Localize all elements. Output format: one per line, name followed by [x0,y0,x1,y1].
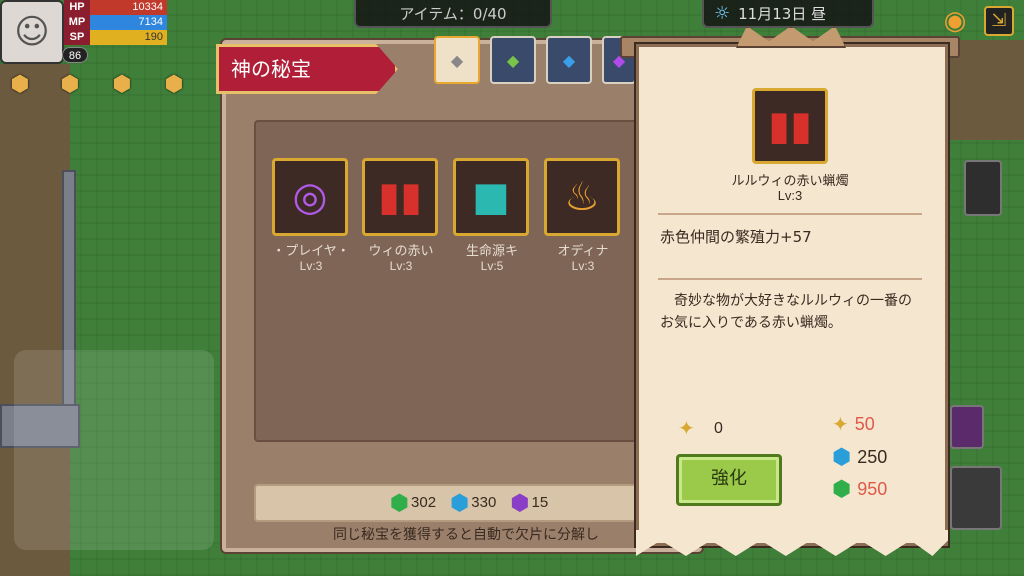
item-slot[interactable]: ◎ ・プレイヤ・ Lv:3 [272,158,350,273]
hp-value: 10334 [132,1,163,13]
cost-puzzle: ✦ 50 [832,412,875,437]
item-slot[interactable]: ♨ オディナ Lv:3 [544,158,622,273]
side-hex-icon[interactable] [950,405,984,449]
blue-resource: ⬢ 330 [450,490,496,516]
hp-bar: HP 10334 [64,0,167,15]
globe-icon[interactable]: ◉ [938,4,972,38]
cost-green-value: 950 [857,478,888,499]
divider [658,278,922,280]
detail-description: 奇妙な物が大好きなルルウィの一番のお気に入りである赤い蝋燭。 [660,293,912,331]
item-slot[interactable]: ▮▮ ウィの赤い Lv:3 [362,158,440,273]
green-gem-icon: ◆ [506,50,520,70]
panel-title: 神の秘宝 [216,44,398,94]
hex-menu-icon[interactable]: ⬢ [6,70,34,100]
hp-label: HP [64,0,90,15]
gold-puzzle-icon: ✦ [832,414,849,436]
hex-menu-icon[interactable]: ⬢ [108,70,136,100]
dirt-patch [950,40,1024,140]
green-gem-icon: ⬢ [389,490,410,515]
sun-icon: ☼ [714,3,731,24]
item-slot[interactable]: ■ 生命源キ Lv:5 [453,158,531,273]
exit-icon[interactable]: ⇲ [984,6,1014,36]
cost-puzzle-value: 50 [854,414,875,434]
virtual-dpad[interactable] [14,350,214,550]
sp-value: 190 [144,31,163,43]
disc-icon: ◎ [272,158,348,236]
blue-gem-icon: ⬢ [450,490,470,515]
tab-green[interactable]: ◆ [490,36,536,84]
purple-resource: ⬢ 15 [510,490,548,516]
item-capacity: アイテム：0/40 [354,0,552,28]
detail-item-level: Lv:3 [777,188,803,203]
owned-pieces: 0 [714,420,723,437]
cost-blue: ⬢ 250 [832,444,887,470]
purple-gem-icon: ⬢ [510,490,530,515]
enhance-button[interactable]: 強化 [676,454,782,506]
blue-resource-value: 330 [471,493,497,511]
mp-value: 7134 [138,16,163,28]
blue-gem-icon: ◆ [562,50,576,70]
scroll-bottom-edge [636,530,948,556]
level-badge: 86 [62,47,88,63]
gold-puzzle-icon: ✦ [678,416,695,440]
item-name: 生命源キ [465,244,518,259]
cost-blue-value: 250 [857,446,888,467]
avatar[interactable]: ☺ [0,0,64,64]
hex-menu-icon[interactable]: ⬢ [160,70,188,100]
item-level: Lv:3 [571,259,595,273]
item-name: ・プレイヤ・ [272,244,350,259]
purple-resource-value: 15 [531,493,549,511]
tab-blue[interactable]: ◆ [546,36,592,84]
sp-bar: SP 190 [64,30,167,45]
item-level: Lv:3 [299,259,323,273]
detail-effect: 赤色仲間の繁殖力+57 [660,228,812,246]
item-name: ウィの赤い [368,244,434,259]
white-gem-icon: ◆ [450,50,464,70]
phone-icon[interactable] [964,160,1002,216]
footer-note: 同じ秘宝を獲得すると自動で欠片に分解し [333,527,599,543]
mp-label: MP [64,15,90,30]
tab-white[interactable]: ◆ [434,36,480,84]
blue-gem-icon: ⬢ [832,444,852,469]
share-icon[interactable] [950,466,1002,530]
torch-icon: ♨ [544,158,620,236]
green-resource-value: 302 [411,493,437,511]
teal-cube-icon: ■ [453,158,529,236]
hex-menu-icon[interactable]: ⬢ [56,70,84,100]
date-display: ☼ 11月13日 昼 [702,0,874,28]
red-candle-icon: ▮▮ [752,88,828,164]
red-candle-icon: ▮▮ [362,158,438,236]
cost-green: ⬢ 950 [832,476,887,502]
green-gem-icon: ⬢ [832,476,852,501]
sp-label: SP [64,30,90,45]
date-text: 11月13日 昼 [738,5,827,23]
item-level: Lv:3 [389,259,413,273]
mp-bar: MP 7134 [64,15,167,30]
detail-item-name: ルルウィの赤い蝋燭 [731,174,849,189]
resource-bar: ⬢ 302 ⬢ 330 ⬢ 15 [254,484,684,522]
green-resource: ⬢ 302 [390,490,436,516]
item-name: オディナ [557,244,609,259]
item-level: Lv:5 [480,259,504,273]
scroll-crown [736,26,846,48]
divider [658,213,922,215]
